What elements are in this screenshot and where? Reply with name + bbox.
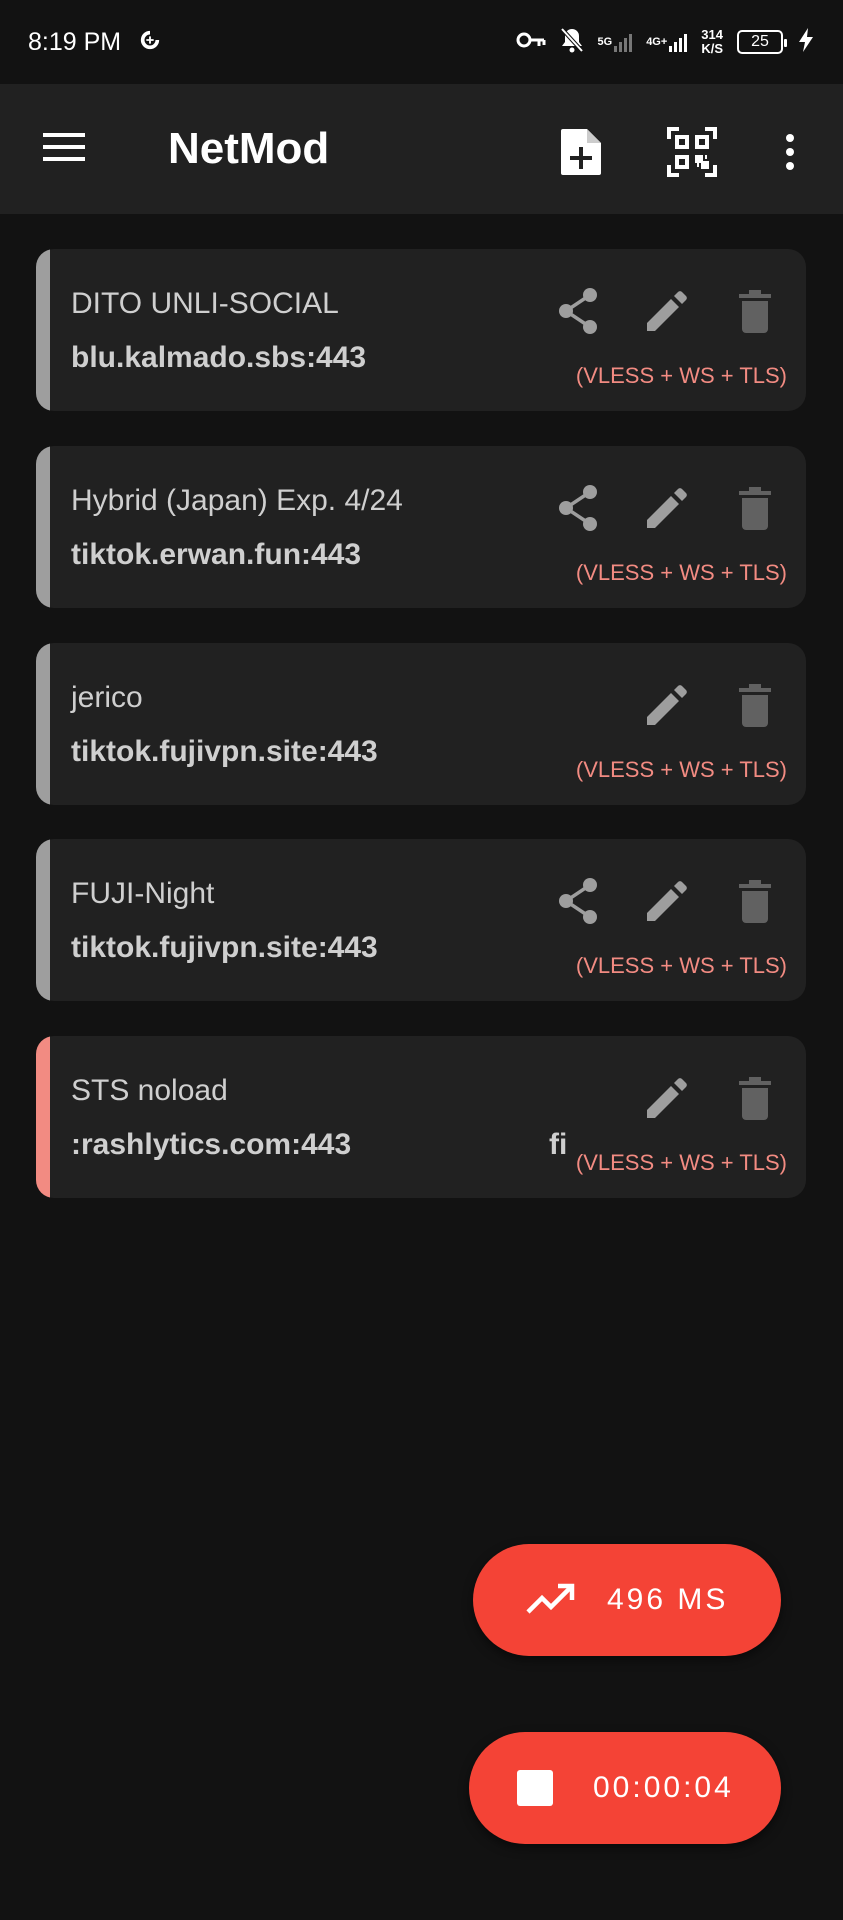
timer-label: 00:00:04	[593, 1771, 734, 1804]
selection-stripe	[36, 249, 50, 411]
delete-icon[interactable]	[727, 283, 783, 339]
delete-icon[interactable]	[727, 480, 783, 536]
protocol-label: (VLESS + WS + TLS)	[575, 953, 787, 978]
edit-icon[interactable]	[639, 677, 695, 733]
status-bar: 8:19 PM 5G 4G+ 314 K/S 25	[0, 0, 843, 84]
charging-icon	[797, 27, 815, 58]
config-card[interactable]: jerico tiktok.fujivpn.site:443 (VLESS + …	[36, 643, 806, 805]
battery-level: 25	[751, 33, 769, 50]
config-card[interactable]: FUJI-Night tiktok.fujivpn.site:443 (VLES…	[36, 839, 806, 1001]
data-saver-icon	[139, 29, 161, 56]
status-time: 8:19 PM	[28, 27, 122, 56]
protocol-label: (VLESS + WS + TLS)	[575, 560, 787, 585]
ping-button[interactable]: 496 MS	[473, 1544, 781, 1656]
edit-icon[interactable]	[639, 480, 695, 536]
config-name: DITO UNLI-SOCIAL	[71, 287, 339, 320]
stop-icon	[515, 1768, 555, 1808]
selection-stripe	[36, 839, 50, 1001]
app-bar: NetMod	[0, 84, 843, 214]
menu-icon[interactable]	[40, 129, 90, 169]
more-vert-icon[interactable]	[762, 124, 818, 180]
stop-timer-button[interactable]: 00:00:04	[469, 1732, 781, 1844]
config-host: tiktok.fujivpn.site:443	[71, 931, 378, 964]
config-card-active[interactable]: STS noload :rashlytics.com:443 fi (VLESS…	[36, 1036, 806, 1198]
edit-icon[interactable]	[639, 283, 695, 339]
selection-stripe-active	[36, 1036, 50, 1198]
selection-stripe	[36, 643, 50, 805]
signal-icon-2: 4G+	[646, 32, 688, 52]
edit-icon[interactable]	[639, 873, 695, 929]
share-icon[interactable]	[550, 873, 606, 929]
key-icon	[516, 30, 546, 55]
config-name: FUJI-Night	[71, 877, 215, 910]
qr-code-icon[interactable]	[664, 124, 720, 180]
delete-icon[interactable]	[727, 1070, 783, 1126]
share-icon[interactable]	[550, 480, 606, 536]
protocol-label: (VLESS + WS + TLS)	[575, 1150, 787, 1175]
signal-icon: 5G	[598, 32, 633, 52]
config-name: jerico	[71, 681, 143, 714]
bell-off-icon	[560, 27, 584, 58]
network-speed: 314 K/S	[701, 28, 723, 56]
config-host-next: fi	[549, 1128, 568, 1161]
battery-icon: 25	[737, 30, 787, 54]
config-name: STS noload	[71, 1074, 228, 1107]
speed-value: 314	[701, 27, 723, 42]
network-type-2: 4G+	[646, 35, 668, 48]
config-host: :rashlytics.com:443	[71, 1128, 352, 1161]
speed-unit: K/S	[701, 41, 723, 56]
delete-icon[interactable]	[727, 677, 783, 733]
config-host: blu.kalmado.sbs:443	[71, 341, 367, 374]
config-host: tiktok.erwan.fun:443	[71, 538, 362, 571]
protocol-label: (VLESS + WS + TLS)	[575, 757, 787, 782]
add-file-icon[interactable]	[553, 124, 609, 180]
config-host: tiktok.fujivpn.site:443	[71, 735, 378, 768]
delete-icon[interactable]	[727, 873, 783, 929]
protocol-label: (VLESS + WS + TLS)	[575, 363, 787, 388]
config-card[interactable]: DITO UNLI-SOCIAL blu.kalmado.sbs:443 (VL…	[36, 249, 806, 411]
share-icon[interactable]	[550, 283, 606, 339]
trending-up-icon	[525, 1580, 575, 1620]
ping-label: 496 MS	[607, 1583, 729, 1616]
config-card[interactable]: Hybrid (Japan) Exp. 4/24 tiktok.erwan.fu…	[36, 446, 806, 608]
app-title: NetMod	[168, 124, 330, 173]
selection-stripe	[36, 446, 50, 608]
config-name: Hybrid (Japan) Exp. 4/24	[71, 484, 403, 517]
config-host-marquee: :rashlytics.com:443 fi	[71, 1128, 576, 1168]
network-type-1: 5G	[597, 35, 613, 48]
edit-icon[interactable]	[639, 1070, 695, 1126]
